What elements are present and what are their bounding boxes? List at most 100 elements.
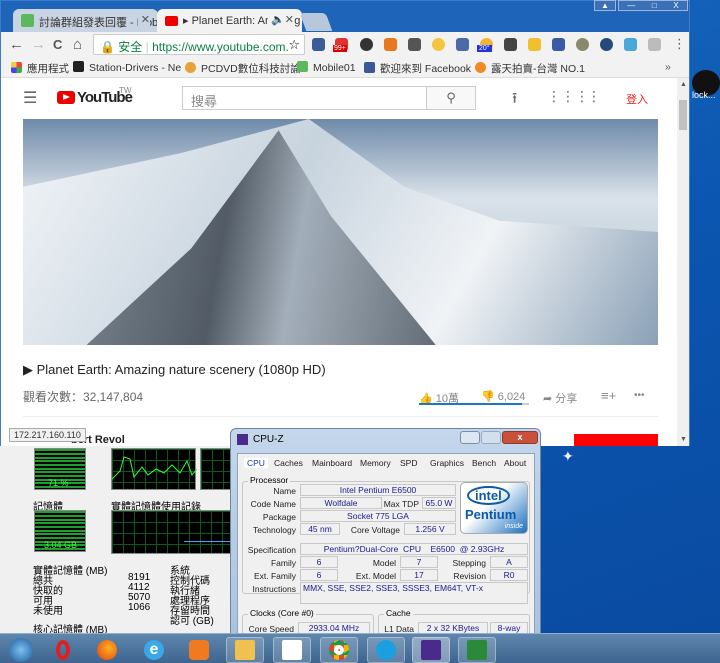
cpuz-tab-spd[interactable]: SPD	[400, 458, 417, 468]
minimize-button[interactable]	[460, 431, 480, 444]
bookmark-mobile01[interactable]: Mobile01	[297, 61, 356, 74]
video-title: ▶ Planet Earth: Amazing nature scenery (…	[23, 362, 326, 377]
bookmark-station-drivers[interactable]: Station-Drivers - Ne	[73, 61, 181, 74]
cpuz-tab-graphics[interactable]: Graphics	[430, 458, 464, 468]
lock-icon: 🔒	[100, 40, 115, 54]
upload-icon[interactable]: ⭱	[512, 88, 517, 113]
sign-in-button[interactable]: 登入	[626, 91, 648, 107]
edge-extension-icon[interactable]	[360, 38, 373, 51]
hamburger-menu-icon[interactable]: ☰	[23, 88, 37, 108]
new-tab-button[interactable]	[299, 13, 333, 31]
taskbar-skype[interactable]	[367, 637, 405, 663]
profile-button[interactable]: ▲	[594, 0, 616, 11]
thumbs-down-icon: 👎	[481, 391, 495, 403]
taskbar-firefox[interactable]	[88, 637, 126, 663]
taskbar-opera[interactable]	[44, 637, 82, 663]
taskbar-explorer[interactable]	[226, 637, 264, 663]
url-text: https://www.youtube.com...	[152, 40, 296, 54]
close-tab-icon[interactable]: 🔈✕	[268, 13, 294, 26]
qr-code-icon[interactable]	[408, 38, 421, 51]
skype-icon	[376, 640, 396, 660]
bookmark-apps[interactable]: 應用程式	[11, 61, 69, 76]
minimize-button[interactable]: —	[627, 1, 635, 10]
cpuz-tab-about[interactable]: About	[504, 458, 526, 468]
cpuz-tab-caches[interactable]: Caches	[274, 458, 303, 468]
screenshot-extension-icon[interactable]	[624, 38, 637, 51]
subscribe-button[interactable]	[574, 434, 658, 446]
bookmark-label: 歡迎來到 Facebook	[380, 63, 472, 75]
reload-button[interactable]: C	[53, 37, 62, 52]
forward-button[interactable]: →	[31, 36, 46, 53]
stone-extension-icon[interactable]	[576, 38, 589, 51]
cpuz-tab-cpu[interactable]: CPU	[244, 458, 268, 468]
more-bookmarks-button[interactable]: »	[665, 61, 671, 73]
cpuz-tab-mainboard[interactable]: Mainboard	[312, 458, 352, 468]
taskbar-chrome[interactable]	[320, 637, 358, 663]
close-button[interactable]: x	[502, 431, 538, 444]
dislike-button[interactable]: 👎 6,024	[481, 390, 525, 403]
bookmark-ruten[interactable]: 露天拍賣-台灣 NO.1	[475, 61, 585, 76]
puzzle-extension-icon[interactable]	[456, 38, 469, 51]
taskbar-ie[interactable]: e	[135, 637, 173, 663]
firefox-icon	[97, 640, 117, 660]
secure-label: 安全	[118, 40, 143, 54]
video-player[interactable]	[23, 119, 658, 345]
grey-extension-icon[interactable]	[648, 38, 661, 51]
add-to-playlist-icon[interactable]: ≡+	[601, 388, 616, 403]
photo-extension-icon[interactable]	[504, 38, 517, 51]
core-voltage-label: Core Voltage	[350, 525, 400, 535]
pcdvd-icon	[185, 62, 196, 73]
folder-extension-icon[interactable]	[528, 38, 541, 51]
bookmark-label: Station-Drivers - Ne	[89, 62, 182, 74]
physical-memory-value: 1066	[128, 602, 151, 613]
tab-mobile01[interactable]: 討論群組發表回覆 - Mobile01✕	[13, 9, 158, 33]
taskbar-task-manager[interactable]	[458, 637, 496, 663]
orange-extension-icon[interactable]	[384, 38, 397, 51]
taskbar-cpuz[interactable]	[412, 637, 450, 663]
maximize-button[interactable]: □	[652, 1, 657, 10]
ip-extension-icon[interactable]	[600, 38, 613, 51]
memory-value: 3.04 GB	[44, 540, 78, 550]
youtube-page: ☰ YouTube TW 搜尋 ⚲ ⭱ ⋮⋮⋮ ⋮ 登入 ▶ Planet Ea…	[1, 78, 677, 446]
taskbar-apps[interactable]	[273, 637, 311, 663]
scrollbar[interactable]: ▲ ▼	[677, 78, 689, 446]
ext-model-value: 17	[400, 569, 438, 581]
ext-family-label: Ext. Family	[253, 571, 296, 581]
package-value: Socket 775 LGA	[300, 510, 456, 522]
region-code: TW	[119, 86, 132, 95]
star-extension-icon[interactable]	[432, 38, 445, 51]
scrollbar-thumb[interactable]	[679, 100, 687, 130]
tab-youtube[interactable]: ▸ Planet Earth: Amazing 🔈✕	[157, 9, 302, 33]
specification-label: Specification	[247, 545, 296, 555]
close-button[interactable]: X	[673, 1, 678, 10]
package-label: Package	[262, 512, 296, 522]
bookmark-facebook[interactable]: 歡迎來到 Facebook	[364, 61, 471, 76]
search-input[interactable]: 搜尋	[182, 86, 427, 110]
clock-extension-icon[interactable]	[312, 38, 325, 51]
family-value: 6	[300, 556, 338, 568]
search-button[interactable]: ⚲	[426, 86, 476, 110]
task-manager-icon	[467, 640, 487, 660]
back-button[interactable]: ←	[9, 36, 24, 53]
station-drivers-icon	[73, 61, 84, 72]
settings-menu-icon[interactable]: ⋮	[587, 88, 601, 105]
like-ratio-fill	[419, 403, 523, 405]
bookmark-pcdvd[interactable]: PCDVD數位科技討論	[185, 61, 301, 76]
apps-grid-icon[interactable]: ⋮⋮⋮	[547, 88, 589, 105]
start-button[interactable]	[2, 637, 40, 663]
chrome-menu-button[interactable]: ⋮	[673, 36, 686, 52]
more-actions-button[interactable]: •••	[634, 390, 645, 401]
address-bar[interactable]: 🔒 安全 | https://www.youtube.com... ☆	[93, 34, 305, 55]
revision-label: Revision	[453, 571, 486, 581]
cpuz-tab-memory[interactable]: Memory	[360, 458, 391, 468]
browser-window: 討論群組發表回覆 - Mobile01✕ ▸ Planet Earth: Ama…	[0, 0, 690, 446]
stepping-value: A	[490, 556, 528, 568]
share-button[interactable]: ➦ 分享	[543, 390, 577, 406]
cpuz-tab-bench[interactable]: Bench	[472, 458, 496, 468]
taskbar-media-player[interactable]	[180, 637, 218, 663]
home-button[interactable]: ⌂	[73, 36, 82, 53]
bookmark-star-icon[interactable]: ☆	[288, 37, 300, 53]
name-value: Intel Pentium E6500	[300, 484, 456, 496]
close-tab-icon[interactable]: ✕	[137, 13, 150, 26]
download-extension-icon[interactable]	[552, 38, 565, 51]
